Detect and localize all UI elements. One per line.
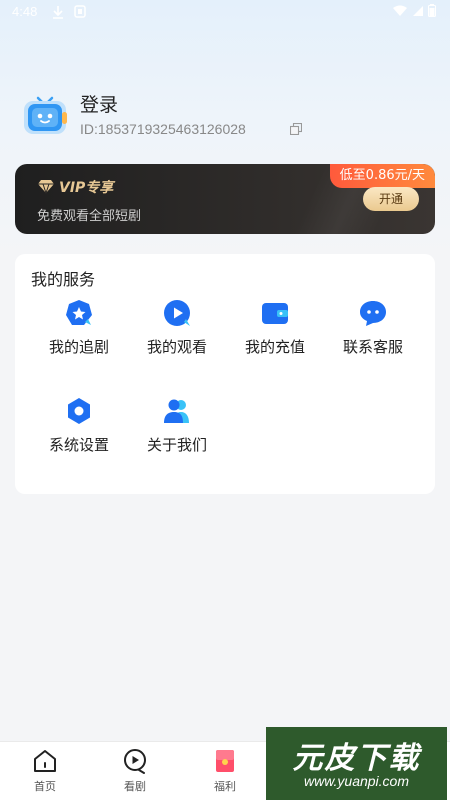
copy-icon[interactable]: [290, 123, 302, 135]
service-about-us[interactable]: 关于我们: [128, 396, 226, 466]
service-my-history[interactable]: 我的观看: [128, 298, 226, 368]
profile-section[interactable]: 登录 ID:1853719325463126028: [22, 90, 432, 146]
service-contact-support[interactable]: 联系客服: [324, 298, 422, 368]
vip-price-badge: 低至0.86元/天: [329, 164, 435, 188]
services-title: 我的服务: [31, 270, 96, 289]
diamond-icon: [38, 180, 54, 194]
service-label: 关于我们: [146, 436, 207, 454]
watermark-title: 元皮下载: [292, 741, 421, 776]
watermark: 元皮下载 www.yuanpi.com: [266, 727, 447, 800]
wifi-icon: [393, 5, 407, 16]
gift-icon: [216, 750, 234, 772]
user-id: ID:1853719325463126028: [80, 121, 246, 137]
avatar[interactable]: [22, 92, 68, 136]
status-time: 4:48: [12, 4, 38, 19]
login-button[interactable]: 登录: [80, 90, 118, 117]
service-label: 我的充值: [244, 338, 305, 356]
chat-icon: [360, 301, 386, 326]
download-icon: [53, 6, 63, 19]
vip-card[interactable]: VIP专享 免费观看全部短剧 低至0.86元/天 开通: [15, 164, 435, 234]
services-card: 我的服务 我的追剧 我的观看 我的充值 联系客服 系统设置 关于我们: [15, 254, 435, 494]
vip-open-button[interactable]: 开通: [363, 187, 419, 211]
wallet-icon: [262, 303, 288, 324]
status-bar: 4:48: [0, 0, 450, 24]
vip-title-group: VIP专享: [37, 177, 113, 197]
service-label: 我的追剧: [48, 338, 109, 356]
service-my-follows[interactable]: 我的追剧: [30, 298, 128, 368]
tab-home[interactable]: 首页: [15, 748, 75, 794]
signal-icon: [413, 5, 423, 16]
play-icon: [164, 300, 190, 326]
vip-title: VIP专享: [59, 180, 114, 196]
notification-icon: [74, 5, 86, 18]
service-label: 我的观看: [146, 338, 207, 356]
star-icon: [66, 300, 92, 325]
tab-label: 首页: [34, 780, 56, 793]
service-my-recharge[interactable]: 我的充值: [226, 298, 324, 368]
watermark-url: www.yuanpi.com: [303, 773, 410, 789]
people-icon: [164, 399, 189, 423]
service-system-settings[interactable]: 系统设置: [30, 396, 128, 466]
service-label: 系统设置: [48, 436, 109, 454]
tab-label: 福利: [214, 780, 236, 793]
tab-label: 看剧: [124, 780, 146, 793]
battery-icon: [428, 4, 436, 17]
home-icon: [34, 750, 56, 772]
tab-welfare[interactable]: 福利: [195, 748, 255, 794]
settings-icon: [68, 398, 90, 424]
play-circle-icon: [124, 749, 146, 774]
service-label: 联系客服: [342, 338, 403, 356]
tab-watch[interactable]: 看剧: [105, 748, 165, 794]
vip-subtitle: 免费观看全部短剧: [37, 209, 142, 224]
